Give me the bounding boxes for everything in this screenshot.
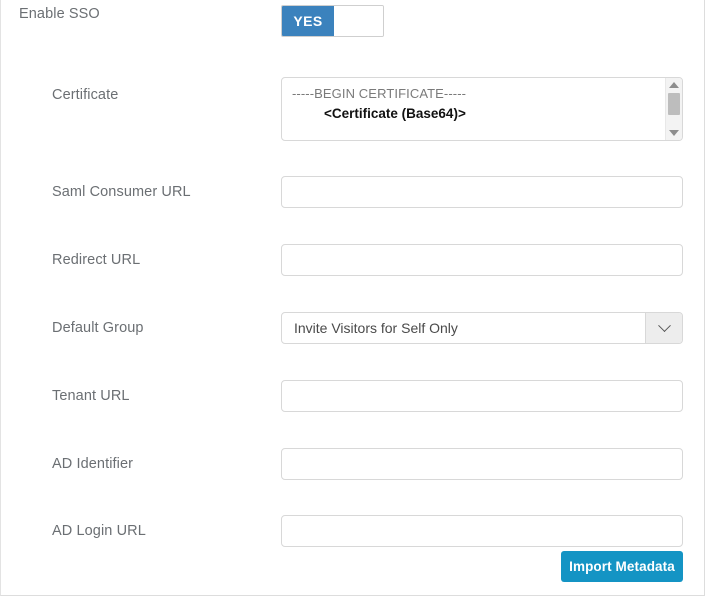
form-row-tenant-url: Tenant URL — [1, 380, 705, 412]
import-metadata-button[interactable]: Import Metadata — [561, 551, 683, 582]
scrollbar-thumb[interactable] — [668, 93, 680, 115]
certificate-scrollbar[interactable] — [665, 78, 682, 140]
form-row-default-group: Default Group Invite Visitors for Self O… — [1, 312, 705, 344]
sso-settings-panel: Enable SSO YES Certificate -----BEGIN CE… — [0, 0, 705, 596]
scroll-up-arrow-icon[interactable] — [669, 82, 679, 88]
ad-login-url-input[interactable] — [281, 515, 683, 547]
default-group-label: Default Group — [52, 320, 144, 336]
certificate-control: -----BEGIN CERTIFICATE----- <Certificate… — [281, 77, 684, 141]
tenant-url-input[interactable] — [281, 380, 683, 412]
enable-sso-label: Enable SSO — [19, 6, 100, 22]
form-row-saml-consumer-url: Saml Consumer URL — [1, 176, 705, 208]
certificate-placeholder-line2: <Certificate (Base64)> — [324, 106, 466, 121]
tenant-url-control — [281, 380, 684, 412]
form-row-ad-identifier: AD Identifier — [1, 448, 705, 480]
form-row-enable-sso: Enable SSO YES — [1, 5, 705, 37]
default-group-dropdown-button[interactable] — [645, 313, 682, 343]
toggle-state-label: YES — [282, 6, 334, 36]
certificate-label: Certificate — [52, 87, 119, 103]
certificate-textarea[interactable]: -----BEGIN CERTIFICATE----- <Certificate… — [281, 77, 683, 141]
default-group-selected-value: Invite Visitors for Self Only — [294, 320, 458, 336]
certificate-placeholder: -----BEGIN CERTIFICATE----- <Certificate… — [282, 78, 682, 121]
redirect-url-label: Redirect URL — [52, 252, 141, 268]
redirect-url-input[interactable] — [281, 244, 683, 276]
form-row-redirect-url: Redirect URL — [1, 244, 705, 276]
saml-consumer-url-label: Saml Consumer URL — [52, 184, 191, 200]
certificate-placeholder-line1: -----BEGIN CERTIFICATE----- — [292, 86, 467, 101]
default-group-control: Invite Visitors for Self Only — [281, 312, 684, 344]
scroll-down-arrow-icon[interactable] — [669, 130, 679, 136]
form-row-certificate: Certificate -----BEGIN CERTIFICATE----- … — [1, 77, 705, 141]
enable-sso-toggle[interactable]: YES — [281, 5, 384, 37]
saml-consumer-url-input[interactable] — [281, 176, 683, 208]
ad-identifier-control — [281, 448, 684, 480]
chevron-down-icon — [657, 318, 671, 332]
ad-login-url-label: AD Login URL — [52, 523, 146, 539]
enable-sso-control: YES — [281, 5, 684, 37]
saml-consumer-url-control — [281, 176, 684, 208]
toggle-handle[interactable] — [334, 6, 383, 36]
ad-login-url-control — [281, 515, 684, 547]
ad-identifier-input[interactable] — [281, 448, 683, 480]
default-group-select[interactable]: Invite Visitors for Self Only — [281, 312, 683, 344]
tenant-url-label: Tenant URL — [52, 388, 130, 404]
redirect-url-control — [281, 244, 684, 276]
form-row-ad-login-url: AD Login URL — [1, 515, 705, 547]
ad-identifier-label: AD Identifier — [52, 456, 134, 472]
